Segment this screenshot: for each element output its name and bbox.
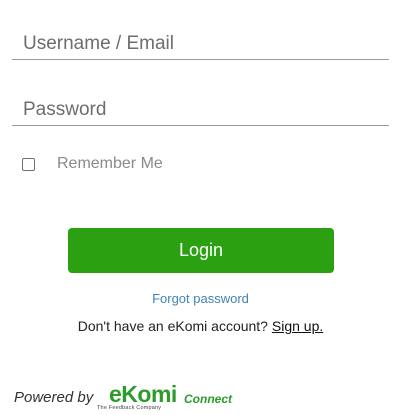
username-input[interactable] — [12, 30, 400, 58]
username-field-wrapper — [12, 30, 400, 60]
password-field-wrapper — [12, 96, 400, 126]
powered-by-text: Powered by — [14, 389, 94, 406]
ekomi-connect-text: Connect — [184, 392, 232, 406]
signup-prefix-text: Don't have an eKomi account? — [77, 318, 272, 334]
signup-link[interactable]: Sign up. — [272, 318, 323, 334]
remember-me-label: Remember Me — [57, 155, 163, 172]
remember-me-checkbox[interactable] — [22, 157, 35, 171]
forgot-password-link[interactable]: Forgot password — [0, 291, 401, 306]
login-button[interactable]: Login — [68, 228, 334, 273]
powered-by-ekomi-logo: Powered by eKomi Connect The Feedback Co… — [14, 380, 274, 414]
password-input[interactable] — [12, 96, 400, 124]
remember-me-row[interactable]: Remember Me — [22, 154, 163, 174]
ekomi-tagline: The Feedback Company — [97, 405, 162, 411]
signup-line: Don't have an eKomi account? Sign up. — [0, 318, 401, 334]
ekomi-logo-text: eKomi — [109, 381, 177, 407]
